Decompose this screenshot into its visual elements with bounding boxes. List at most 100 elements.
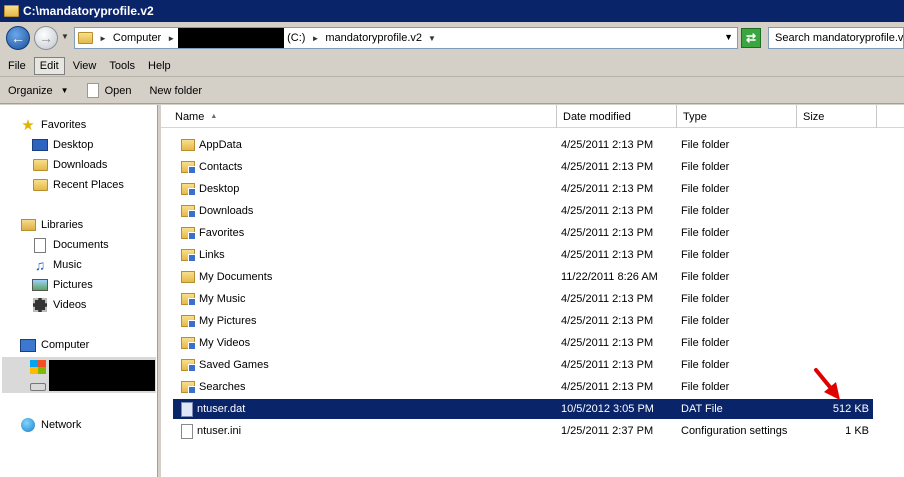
nav-local-drive[interactable] [30, 357, 51, 377]
open-label: Open [104, 84, 132, 97]
chevron-down-icon: ▼ [60, 86, 69, 95]
contacts-folder-icon [181, 161, 196, 174]
file-name: Downloads [199, 205, 254, 217]
breadcrumb-folder[interactable]: mandatoryprofile.v2 [322, 28, 425, 48]
nav-documents[interactable]: Documents [32, 235, 109, 255]
file-row[interactable]: ntuser.ini 1/25/2011 2:37 PM Configurati… [173, 421, 873, 441]
file-name: Favorites [199, 227, 245, 239]
file-row[interactable]: AppData 4/25/2011 2:13 PM File folder [173, 135, 873, 155]
menu-file[interactable]: File [3, 58, 31, 74]
file-date: 4/25/2011 2:13 PM [561, 293, 654, 305]
breadcrumb-arrow-icon[interactable]: ► [167, 34, 175, 43]
file-date: 4/25/2011 2:13 PM [561, 381, 654, 393]
file-row[interactable]: Desktop 4/25/2011 2:13 PM File folder [173, 179, 873, 199]
column-size[interactable]: Size [797, 105, 877, 128]
column-name-label: Name [175, 110, 205, 123]
downloads-folder-icon [181, 205, 196, 218]
file-row[interactable]: My Pictures 4/25/2011 2:13 PM File folde… [173, 311, 873, 331]
history-dropdown-icon[interactable]: ▼ [61, 32, 69, 41]
star-icon: ★ [21, 117, 35, 134]
file-size [799, 311, 869, 331]
file-size [799, 201, 869, 221]
file-type: File folder [681, 381, 730, 393]
file-date: 4/25/2011 2:13 PM [561, 337, 654, 349]
nav-network[interactable]: Network [20, 415, 81, 435]
nav-computer[interactable]: Computer [20, 335, 89, 355]
file-row[interactable]: Saved Games 4/25/2011 2:13 PM File folde… [173, 355, 873, 375]
file-date: 4/25/2011 2:13 PM [561, 249, 654, 261]
breadcrumb-computer[interactable]: Computer [110, 28, 164, 48]
recent-places-icon [32, 179, 48, 191]
new-folder-button[interactable]: New folder [149, 85, 202, 97]
menu-bar: File Edit View Tools Help [0, 55, 904, 77]
menu-edit[interactable]: Edit [33, 56, 65, 75]
nav-drive-2[interactable] [30, 377, 51, 397]
file-type: File folder [681, 205, 730, 217]
desktop-icon [32, 139, 48, 151]
column-date-modified[interactable]: Date modified [557, 105, 677, 128]
forward-button[interactable]: → [34, 26, 58, 50]
libraries-icon [20, 219, 36, 231]
column-type[interactable]: Type [677, 105, 797, 128]
file-row-selected[interactable]: ntuser.dat 10/5/2012 3:05 PM DAT File 51… [173, 399, 873, 419]
back-button[interactable]: ← [6, 26, 30, 50]
menu-help[interactable]: Help [143, 58, 176, 74]
breadcrumb-drive[interactable]: (C:) [284, 28, 308, 48]
address-row: ← → ▼ ► Computer ► (C:) ► mandatoryprofi… [0, 22, 904, 54]
file-row[interactable]: Searches 4/25/2011 2:13 PM File folder [173, 377, 873, 397]
nav-favorites[interactable]: ★ Favorites [20, 115, 86, 135]
file-size [799, 157, 869, 177]
file-name: My Music [199, 293, 246, 305]
menu-view[interactable]: View [68, 58, 102, 74]
file-type: File folder [681, 183, 730, 195]
file-row[interactable]: Links 4/25/2011 2:13 PM File folder [173, 245, 873, 265]
organize-button[interactable]: Organize ▼ [8, 85, 69, 97]
file-size: 1 KB [845, 425, 869, 437]
organize-label: Organize [8, 84, 53, 97]
nav-downloads[interactable]: Downloads [32, 155, 107, 175]
file-size [799, 179, 869, 199]
file-type: File folder [681, 249, 730, 261]
nav-music[interactable]: ♫ Music [32, 255, 82, 275]
file-date: 4/25/2011 2:13 PM [561, 161, 654, 173]
column-name[interactable]: Name ▲ [169, 105, 557, 128]
videos-folder-icon [181, 337, 196, 350]
folder-icon [78, 32, 93, 44]
file-date: 4/25/2011 2:13 PM [561, 227, 654, 239]
search-input[interactable]: Search mandatoryprofile.v2 [768, 27, 904, 49]
file-row[interactable]: My Videos 4/25/2011 2:13 PM File folder [173, 333, 873, 353]
folder-icon [181, 271, 195, 283]
file-name: My Pictures [199, 315, 257, 327]
file-name: AppData [199, 139, 242, 151]
address-dropdown-icon[interactable]: ▼ [724, 32, 733, 42]
file-name: ntuser.ini [197, 425, 242, 437]
menu-tools[interactable]: Tools [104, 58, 140, 74]
file-size [799, 135, 869, 155]
nav-pictures[interactable]: Pictures [32, 275, 93, 295]
file-date: 10/5/2012 3:05 PM [561, 403, 654, 415]
file-size [799, 245, 869, 265]
nav-desktop-label: Desktop [53, 139, 94, 151]
file-date: 4/25/2011 2:13 PM [561, 205, 654, 217]
file-row[interactable]: Favorites 4/25/2011 2:13 PM File folder [173, 223, 873, 243]
nav-recent-places-label: Recent Places [53, 179, 124, 191]
nav-recent-places[interactable]: Recent Places [32, 175, 124, 195]
breadcrumb-arrow-icon[interactable]: ► [311, 34, 319, 43]
file-name: ntuser.dat [197, 403, 246, 415]
nav-desktop[interactable]: Desktop [32, 135, 93, 155]
file-row[interactable]: Contacts 4/25/2011 2:13 PM File folder [173, 157, 873, 177]
breadcrumb-arrow-icon[interactable]: ► [99, 34, 107, 43]
open-button[interactable]: Open [86, 83, 132, 98]
nav-libraries[interactable]: Libraries [20, 215, 83, 235]
file-row[interactable]: My Documents 11/22/2011 8:26 AM File fol… [173, 267, 873, 287]
nav-music-label: Music [53, 259, 82, 271]
favorites-folder-icon [181, 227, 196, 240]
file-date: 4/25/2011 2:13 PM [561, 359, 654, 371]
breadcrumb-arrow-icon[interactable]: ▼ [428, 34, 436, 43]
file-row[interactable]: Downloads 4/25/2011 2:13 PM File folder [173, 201, 873, 221]
file-type: Configuration settings [681, 425, 788, 437]
file-row[interactable]: My Music 4/25/2011 2:13 PM File folder [173, 289, 873, 309]
refresh-button[interactable]: ⇄ [741, 28, 761, 48]
address-bar[interactable]: ► Computer ► (C:) ► mandatoryprofile.v2 … [74, 27, 738, 49]
nav-videos[interactable]: Videos [32, 295, 86, 315]
